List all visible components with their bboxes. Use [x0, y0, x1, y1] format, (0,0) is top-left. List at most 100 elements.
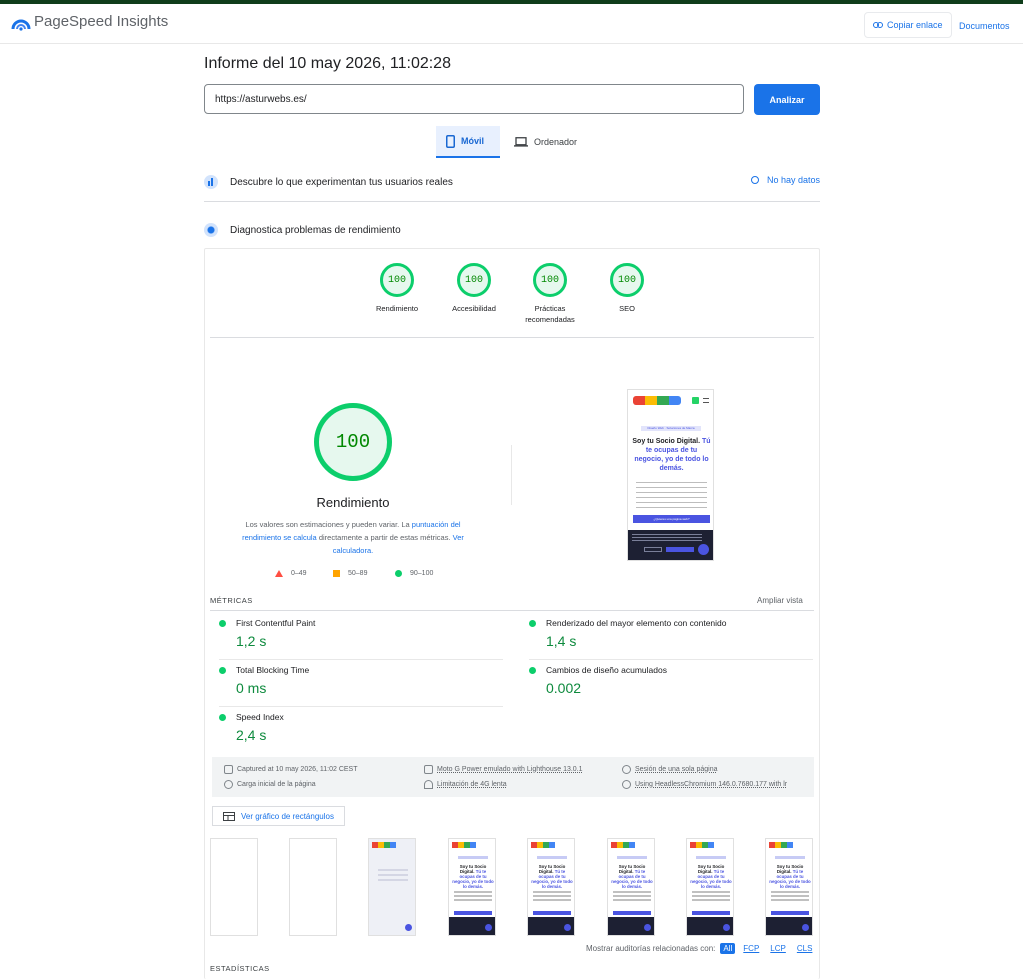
- frame-line: [771, 899, 809, 901]
- field-data-title: Descubre lo que experimentan tus usuario…: [230, 176, 453, 188]
- menu-icon: [703, 398, 709, 403]
- runtime-session-text: Sesión de una sola página: [635, 766, 718, 773]
- cookie-banner: [628, 530, 713, 560]
- runtime-captured: Captured at 10 may 2026, 11:02 CEST: [224, 765, 414, 774]
- frame-chat-icon: [802, 924, 809, 931]
- performance-gauge: 100: [314, 403, 392, 481]
- runtime-session[interactable]: Sesión de una sola página: [622, 765, 802, 774]
- metric-cls: Cambios de diseño acumulados 0.002: [529, 661, 813, 707]
- filter-lcp[interactable]: LCP: [767, 943, 789, 954]
- triangle-icon: [275, 570, 283, 577]
- filter-fcp[interactable]: FCP: [740, 943, 762, 954]
- gauge-accessibility-label: Accesibilidad: [452, 304, 496, 313]
- gauge-accessibility[interactable]: 100: [457, 263, 491, 297]
- expand-view-toggle[interactable]: Ampliar vista: [757, 596, 803, 605]
- site-logo: [633, 396, 681, 405]
- legend-average: 50–89: [333, 570, 367, 577]
- metric-cls-name: Cambios de diseño acumulados: [546, 665, 667, 675]
- frame-line: [454, 899, 492, 901]
- filter-label: Mostrar auditorías relacionadas con:: [586, 944, 716, 953]
- no-data-link[interactable]: No hay datos: [750, 175, 820, 185]
- gauge-seo-label: SEO: [619, 304, 635, 313]
- divider: [204, 201, 820, 202]
- no-data-label: No hay datos: [766, 175, 820, 185]
- copy-link-label: Copiar enlace: [887, 20, 943, 30]
- tab-mobile[interactable]: Móvil: [436, 126, 500, 158]
- metric-si: Speed Index 2,4 s: [219, 708, 503, 754]
- disclaimer-text: directamente a partir de estas métricas.: [316, 533, 453, 542]
- analyze-button[interactable]: Analizar: [754, 84, 820, 115]
- frame-line: [692, 891, 730, 893]
- frame-line: [378, 874, 408, 876]
- tab-desktop[interactable]: Ordenador: [504, 126, 587, 158]
- pagespeed-logo-icon: [11, 19, 31, 31]
- gauge-seo[interactable]: 100: [610, 263, 644, 297]
- app-header: PageSpeed Insights Copiar enlace Documen…: [0, 4, 1023, 44]
- frame-chat-icon: [564, 924, 571, 931]
- circle-icon: [395, 570, 402, 577]
- disclaimer-text: Los valores son estimaciones y pueden va…: [245, 520, 412, 529]
- tab-mobile-label: Móvil: [461, 136, 485, 146]
- runtime-device-text: Moto G Power emulado with Lighthouse 13.…: [437, 766, 583, 773]
- screenshot-heading-black: Soy tu Socio Digital.: [632, 438, 701, 445]
- tab-desktop-label: Ordenador: [534, 137, 578, 147]
- frame-button: [454, 911, 492, 915]
- person-icon: [622, 765, 631, 774]
- frame-line: [692, 899, 730, 901]
- laptop-icon: [514, 137, 528, 147]
- filter-cls[interactable]: CLS: [794, 943, 816, 954]
- metric-si-name: Speed Index: [236, 712, 284, 722]
- frame-chat-icon: [723, 924, 730, 931]
- frame-chip: [696, 856, 726, 859]
- screenshot-body-lines: [636, 482, 707, 508]
- treemap-button[interactable]: Ver gráfico de rectángulos: [212, 806, 345, 826]
- frame-line: [692, 895, 730, 897]
- screenshot-chip: Diseño Web · Soluciones de Marca: [641, 426, 701, 431]
- divider: [210, 610, 814, 611]
- frame-line: [454, 891, 492, 893]
- runtime-device[interactable]: Moto G Power emulado with Lighthouse 13.…: [424, 765, 614, 774]
- legend-average-label: 50–89: [348, 570, 368, 577]
- timer-icon: [224, 780, 233, 789]
- metric-tbt-name: Total Blocking Time: [236, 665, 310, 675]
- pass-dot-icon: [219, 620, 226, 627]
- frame-heading: Soy tu Socio Digital. Tú te ocupas de tu…: [611, 864, 653, 889]
- metric-fcp-name: First Contentful Paint: [236, 618, 316, 628]
- performance-score: 100: [335, 431, 371, 453]
- legend-fail-label: 0–49: [291, 570, 307, 577]
- metric-lcp: Renderizado del mayor elemento con conte…: [529, 614, 813, 660]
- frame-chip: [617, 856, 647, 859]
- docs-link[interactable]: Documentos: [959, 21, 1010, 31]
- metric-lcp-value: 1,4 s: [546, 633, 577, 649]
- audit-filter-bar: Mostrar auditorías relacionadas con: All…: [586, 943, 815, 954]
- divider: [210, 337, 814, 338]
- frame-chat-icon: [405, 924, 412, 931]
- runtime-browser-text: Using HeadlessChromium 146.0.7680.177 wi…: [635, 781, 788, 788]
- frame-button: [613, 911, 651, 915]
- device-icon: [424, 765, 433, 774]
- gauge-performance[interactable]: 100: [380, 263, 414, 297]
- screenshot-heading: Soy tu Socio Digital. Tú te ocupas de tu…: [632, 437, 711, 473]
- runtime-throttle[interactable]: Limitación de 4G lenta: [424, 780, 614, 789]
- filter-all[interactable]: All: [720, 943, 736, 954]
- gauge-best-practices[interactable]: 100: [533, 263, 567, 297]
- metric-cls-value: 0.002: [546, 680, 582, 696]
- gauge-best-practices-label: Prácticas recomendadas: [525, 304, 575, 324]
- metric-lcp-name: Renderizado del mayor elemento con conte…: [546, 618, 727, 628]
- legend-pass-label: 90–100: [410, 570, 434, 577]
- filmstrip-frame-7: Soy tu Socio Digital. Tú te ocupas de tu…: [686, 838, 734, 936]
- treemap-label: Ver gráfico de rectángulos: [241, 811, 334, 821]
- runtime-throttle-text: Limitación de 4G lenta: [437, 781, 507, 788]
- frame-chat-icon: [644, 924, 651, 931]
- filmstrip-frame-3: [368, 838, 416, 936]
- frame-logo: [611, 842, 635, 848]
- field-data-section[interactable]: Descubre lo que experimentan tus usuario…: [204, 172, 820, 192]
- filmstrip-frame-8: Soy tu Socio Digital. Tú te ocupas de tu…: [765, 838, 813, 936]
- filmstrip-frame-5: Soy tu Socio Digital. Tú te ocupas de tu…: [527, 838, 575, 936]
- cookie-accept: [666, 547, 694, 552]
- url-input[interactable]: [204, 84, 744, 114]
- runtime-browser[interactable]: Using HeadlessChromium 146.0.7680.177 wi…: [622, 780, 798, 789]
- info-icon: [750, 176, 759, 184]
- copy-link-button[interactable]: Copiar enlace: [864, 12, 952, 38]
- chat-bubble-icon: [698, 544, 709, 555]
